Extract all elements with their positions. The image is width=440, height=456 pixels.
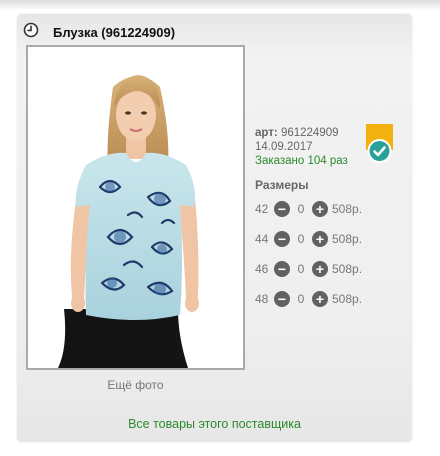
size-label: 46 <box>255 262 269 276</box>
size-row: 46 − 0 + 508р. <box>255 260 362 278</box>
more-photos-link[interactable]: Ещё фото <box>26 378 245 392</box>
size-label: 48 <box>255 292 269 306</box>
product-photo-image <box>28 47 243 368</box>
product-photo[interactable] <box>26 45 245 370</box>
size-price: 508р. <box>332 262 363 276</box>
size-label: 42 <box>255 202 269 216</box>
top-strip <box>0 0 440 10</box>
quantity-value: 0 <box>297 202 305 216</box>
article-value: 961224909 <box>280 127 339 139</box>
plus-circle-icon[interactable]: + <box>312 231 328 247</box>
size-label: 44 <box>255 232 269 246</box>
article-label: арт: <box>255 127 278 139</box>
supplier-products-link[interactable]: Все товары этого поставщика <box>17 417 412 431</box>
product-title: Блузка (961224909) <box>53 25 176 40</box>
quantity-value: 0 <box>297 262 305 276</box>
size-price: 508р. <box>332 202 363 216</box>
minus-circle-icon[interactable]: − <box>274 231 290 247</box>
plus-circle-icon[interactable]: + <box>312 261 328 277</box>
quantity-value: 0 <box>297 292 305 306</box>
plus-circle-icon[interactable]: + <box>312 291 328 307</box>
ordered-count: Заказано 104 раз <box>255 155 348 167</box>
sizes-title: Размеры <box>255 178 309 192</box>
size-row: 48 − 0 + 508р. <box>255 290 362 308</box>
minus-circle-icon[interactable]: − <box>274 291 290 307</box>
size-price: 508р. <box>332 232 363 246</box>
product-meta: арт: 961224909 14.09.2017 Заказано 104 р… <box>255 126 348 168</box>
size-row: 44 − 0 + 508р. <box>255 230 362 248</box>
plus-circle-icon[interactable]: + <box>312 201 328 217</box>
minus-circle-icon[interactable]: − <box>274 201 290 217</box>
product-date: 14.09.2017 <box>255 141 313 153</box>
size-price: 508р. <box>332 292 363 306</box>
quantity-value: 0 <box>297 232 305 246</box>
size-row: 42 − 0 + 508р. <box>255 200 362 218</box>
minus-circle-icon[interactable]: − <box>274 261 290 277</box>
checkmark-badge-icon <box>365 124 394 164</box>
clock-icon <box>23 22 39 38</box>
